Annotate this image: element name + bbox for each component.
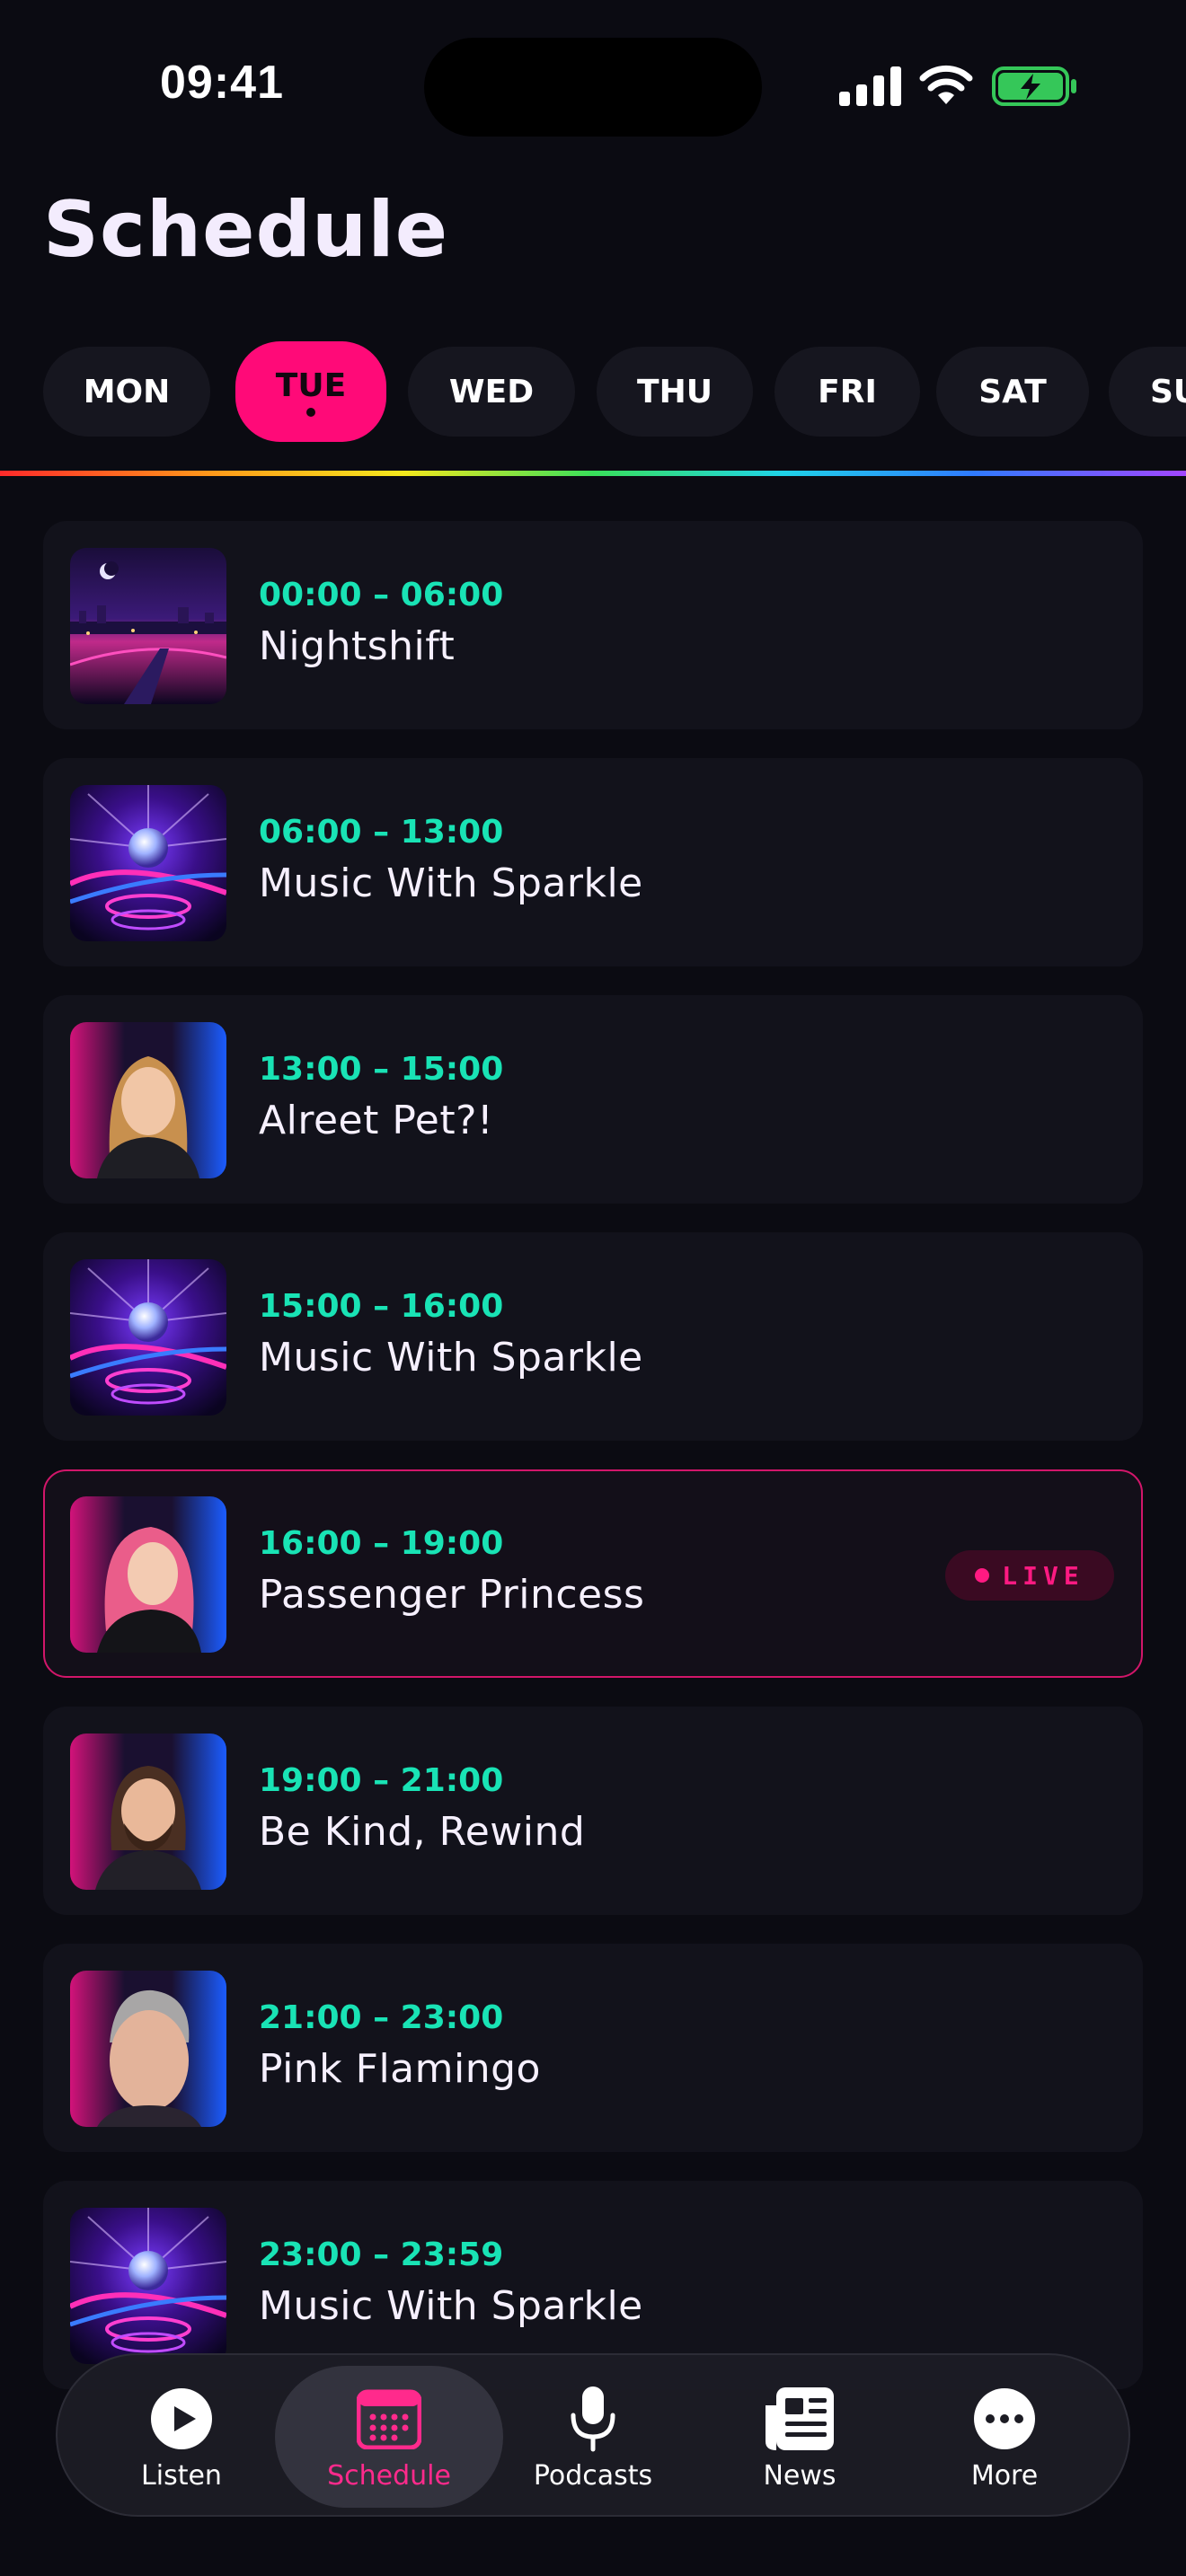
- nav-label: Podcasts: [533, 2459, 653, 2492]
- nav-news[interactable]: News: [710, 2355, 890, 2519]
- page-title: Schedule: [43, 185, 449, 275]
- day-tab-label: TUE: [275, 366, 347, 404]
- day-tab-label: FRI: [818, 373, 877, 410]
- nav-schedule[interactable]: Schedule: [275, 2366, 503, 2508]
- show-time: 00:00 – 06:00: [259, 577, 504, 613]
- play-icon: [149, 2383, 214, 2455]
- show-time: 06:00 – 13:00: [259, 814, 504, 851]
- nav-listen[interactable]: Listen: [92, 2355, 271, 2519]
- show-title: Be Kind, Rewind: [259, 1809, 586, 1855]
- nav-podcasts[interactable]: Podcasts: [503, 2355, 683, 2519]
- show-time: 13:00 – 15:00: [259, 1051, 504, 1088]
- show-title: Pink Flamingo: [259, 2046, 541, 2092]
- show-card-live[interactable]: 16:00 – 19:00 Passenger Princess LIVE: [43, 1469, 1143, 1678]
- wifi-icon: [919, 65, 973, 104]
- microphone-icon: [566, 2383, 620, 2455]
- show-title: Music With Sparkle: [259, 1335, 643, 1381]
- night-city-art: [70, 548, 226, 704]
- disco-ball-art: [70, 2208, 226, 2364]
- day-tab-tue[interactable]: TUE: [235, 341, 386, 442]
- nav-label: Schedule: [327, 2459, 451, 2492]
- show-card[interactable]: 15:00 – 16:00 Music With Sparkle: [43, 1232, 1143, 1441]
- show-time: 19:00 – 21:00: [259, 1762, 504, 1799]
- day-tab-sat[interactable]: SAT: [936, 347, 1089, 437]
- nav-label: Listen: [141, 2459, 222, 2492]
- presenter-photo: [70, 1496, 226, 1653]
- day-tab-mon[interactable]: MON: [43, 347, 210, 437]
- show-title: Music With Sparkle: [259, 860, 643, 906]
- show-time: 23:00 – 23:59: [259, 2236, 504, 2273]
- show-time: 16:00 – 19:00: [259, 1525, 504, 1562]
- show-time: 15:00 – 16:00: [259, 1288, 504, 1325]
- day-tab-label: MON: [83, 373, 171, 410]
- live-badge: LIVE: [945, 1550, 1114, 1601]
- calendar-icon: [357, 2383, 421, 2455]
- show-card[interactable]: 00:00 – 06:00 Nightshift: [43, 521, 1143, 729]
- status-time: 09:41: [160, 57, 284, 109]
- presenter-photo: [70, 1022, 226, 1178]
- day-tab-label: SAT: [978, 373, 1047, 410]
- battery-charging-icon: [992, 66, 1076, 106]
- dynamic-island: [424, 38, 762, 137]
- nav-label: News: [763, 2459, 836, 2492]
- more-icon: [972, 2383, 1037, 2455]
- show-title: Music With Sparkle: [259, 2283, 643, 2329]
- show-title: Passenger Princess: [259, 1572, 645, 1618]
- presenter-photo: [70, 1971, 226, 2127]
- show-title: Nightshift: [259, 623, 456, 669]
- bottom-tab-bar: Listen Schedule Podcasts News More: [56, 2353, 1130, 2517]
- live-dot-icon: [975, 1568, 990, 1583]
- show-card[interactable]: 06:00 – 13:00 Music With Sparkle: [43, 758, 1143, 966]
- day-tab-label: THU: [637, 373, 712, 410]
- cellular-signal-icon: [839, 66, 901, 106]
- presenter-photo: [70, 1734, 226, 1890]
- day-tab-thu[interactable]: THU: [597, 347, 753, 437]
- show-card[interactable]: 13:00 – 15:00 Alreet Pet?!: [43, 995, 1143, 1204]
- show-time: 21:00 – 23:00: [259, 1999, 504, 2036]
- nav-label: More: [970, 2459, 1039, 2492]
- disco-ball-art: [70, 1259, 226, 1416]
- day-tab-fri[interactable]: FRI: [774, 347, 920, 437]
- disco-ball-art: [70, 785, 226, 941]
- day-tab-label: WED: [448, 373, 535, 410]
- live-badge-label: LIVE: [1002, 1560, 1084, 1591]
- day-tabs: MON TUE WED THU FRI SAT SUN: [43, 341, 1186, 442]
- selected-dot: [306, 407, 315, 417]
- nav-more[interactable]: More: [915, 2355, 1094, 2519]
- newspaper-icon: [764, 2383, 836, 2455]
- show-card[interactable]: 21:00 – 23:00 Pink Flamingo: [43, 1944, 1143, 2152]
- day-tab-wed[interactable]: WED: [408, 347, 575, 437]
- show-card[interactable]: 19:00 – 21:00 Be Kind, Rewind: [43, 1707, 1143, 1915]
- show-title: Alreet Pet?!: [259, 1098, 494, 1143]
- day-tab-label: SUN: [1150, 373, 1186, 410]
- day-tab-sun[interactable]: SUN: [1109, 347, 1186, 437]
- rainbow-divider: [0, 471, 1186, 476]
